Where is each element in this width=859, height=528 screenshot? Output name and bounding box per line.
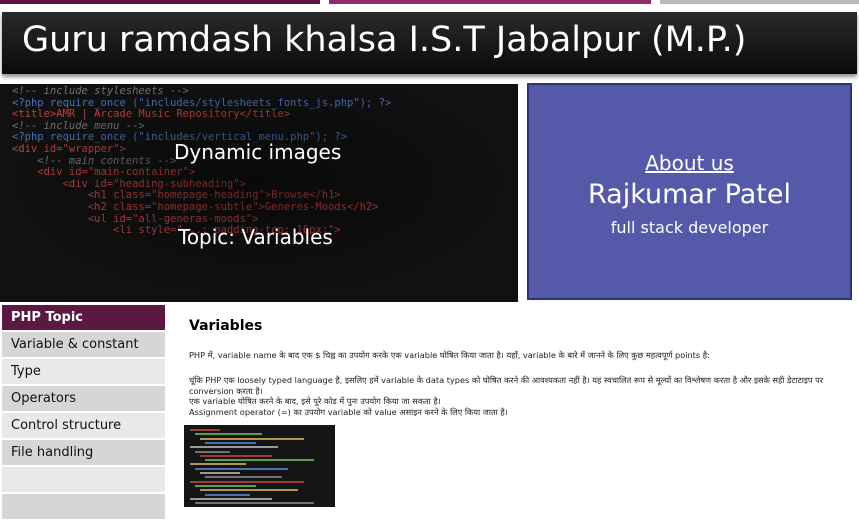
hero-dark-overlay <box>0 84 518 302</box>
thumbnail-code-line <box>190 497 272 500</box>
thumbnail-code-line <box>200 489 298 492</box>
thumbnail-code-line <box>205 441 256 444</box>
thumbnail-code-line <box>205 493 250 496</box>
sidebar-item-empty-2[interactable] <box>2 494 165 519</box>
thumbnail-code-line <box>190 429 220 431</box>
paragraph-loosely-typed: चूंकि PHP एक loosely typed language है, … <box>189 375 824 396</box>
content-title: Variables <box>189 318 263 334</box>
thumbnail-code-line <box>205 459 314 462</box>
paragraph-reuse: एक variable घोषित करने के बाद, इसे पूरे … <box>189 396 441 406</box>
site-title: Guru ramdash khalsa I.S.T Jabalpur (M.P.… <box>22 20 747 60</box>
about-card: About us Rajkumar Patel full stack devel… <box>527 83 852 300</box>
author-role: full stack developer <box>610 218 769 237</box>
thumbnail-code-line <box>200 437 304 440</box>
paragraph-group: चूंकि PHP एक loosely typed language है, … <box>189 375 844 417</box>
thumbnail-code-line <box>190 463 246 466</box>
sidebar-item-operators[interactable]: Operators <box>2 386 165 411</box>
thumbnail-code-line <box>205 476 282 479</box>
thumbnail-code-line <box>195 502 314 505</box>
paragraph-intro: PHP में, variable name के बाद एक $ चिह्न… <box>189 350 710 360</box>
thumbnail-code-line <box>195 450 230 453</box>
top-accent-strip-2 <box>329 0 651 4</box>
thumbnail-code-line <box>200 454 272 457</box>
hero-caption-top: Dynamic images <box>174 140 342 164</box>
thumbnail-code-line <box>190 480 304 483</box>
about-us-link[interactable]: About us <box>529 151 850 175</box>
sidebar-item-type[interactable]: Type <box>2 359 165 384</box>
sidebar-item-variable-constant[interactable]: Variable & constant <box>2 332 165 357</box>
thumbnail-code-line <box>195 433 262 436</box>
sidebar-menu: PHP Topic Variable & constant Type Opera… <box>2 305 165 521</box>
top-accent-strip-3 <box>660 0 859 4</box>
sidebar-item-empty-1[interactable] <box>2 467 165 492</box>
header-bar: Guru ramdash khalsa I.S.T Jabalpur (M.P.… <box>2 12 857 74</box>
top-accent-strip-1 <box>0 0 320 4</box>
thumbnail-code-line <box>195 467 288 470</box>
thumbnail-code-line <box>200 472 240 474</box>
hero-banner-image: <!-- include stylesheets --><?php requir… <box>0 84 518 302</box>
sidebar-item-control-structure[interactable]: Control structure <box>2 413 165 438</box>
main-content: Variables PHP में, variable name के बाद … <box>189 318 844 417</box>
paragraph-assignment: Assignment operator (=) का उपयोग variabl… <box>189 406 508 417</box>
sidebar-item-file-handling[interactable]: File handling <box>2 440 165 465</box>
thumbnail-code-line <box>190 446 278 449</box>
hero-caption-bottom: Topic: Variables <box>178 225 333 249</box>
thumbnail-code-line <box>195 484 256 487</box>
sidebar-item-php-topic[interactable]: PHP Topic <box>2 305 165 330</box>
code-screenshot-thumbnail <box>184 425 335 507</box>
author-name: Rajkumar Patel <box>588 179 791 210</box>
